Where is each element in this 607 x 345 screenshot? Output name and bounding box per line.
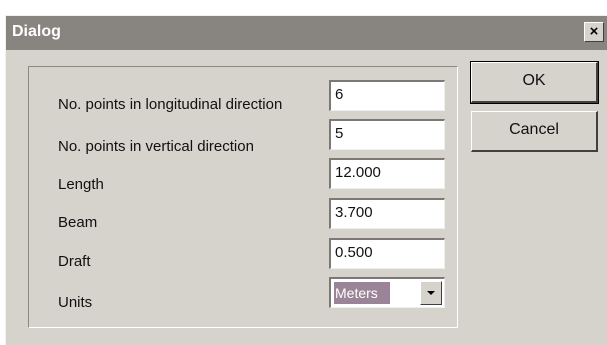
- beam-input[interactable]: 3.700: [329, 198, 445, 229]
- vertical-points-input[interactable]: 5: [329, 119, 445, 150]
- dialog-window: Dialog × No. points in longitudinal dire…: [5, 15, 607, 345]
- dialog-title: Dialog: [12, 23, 61, 40]
- close-button[interactable]: ×: [584, 22, 604, 42]
- units-dropdown-button[interactable]: [420, 281, 442, 305]
- draft-input[interactable]: 0.500: [329, 238, 445, 269]
- longitudinal-points-label: No. points in longitudinal direction: [58, 96, 283, 113]
- length-label: Length: [58, 176, 104, 193]
- vertical-points-label: No. points in vertical direction: [58, 138, 254, 155]
- ok-button[interactable]: OK: [470, 61, 599, 104]
- title-bar[interactable]: Dialog ×: [6, 16, 607, 50]
- length-input[interactable]: 12.000: [329, 158, 445, 189]
- beam-label: Beam: [58, 214, 98, 231]
- draft-label: Draft: [58, 253, 91, 270]
- longitudinal-points-input[interactable]: 6: [329, 80, 445, 111]
- units-selected-value: Meters: [334, 282, 390, 304]
- cancel-button[interactable]: Cancel: [471, 111, 598, 152]
- chevron-down-icon: [427, 291, 435, 295]
- units-select[interactable]: Meters: [329, 277, 445, 308]
- units-label: Units: [58, 294, 93, 311]
